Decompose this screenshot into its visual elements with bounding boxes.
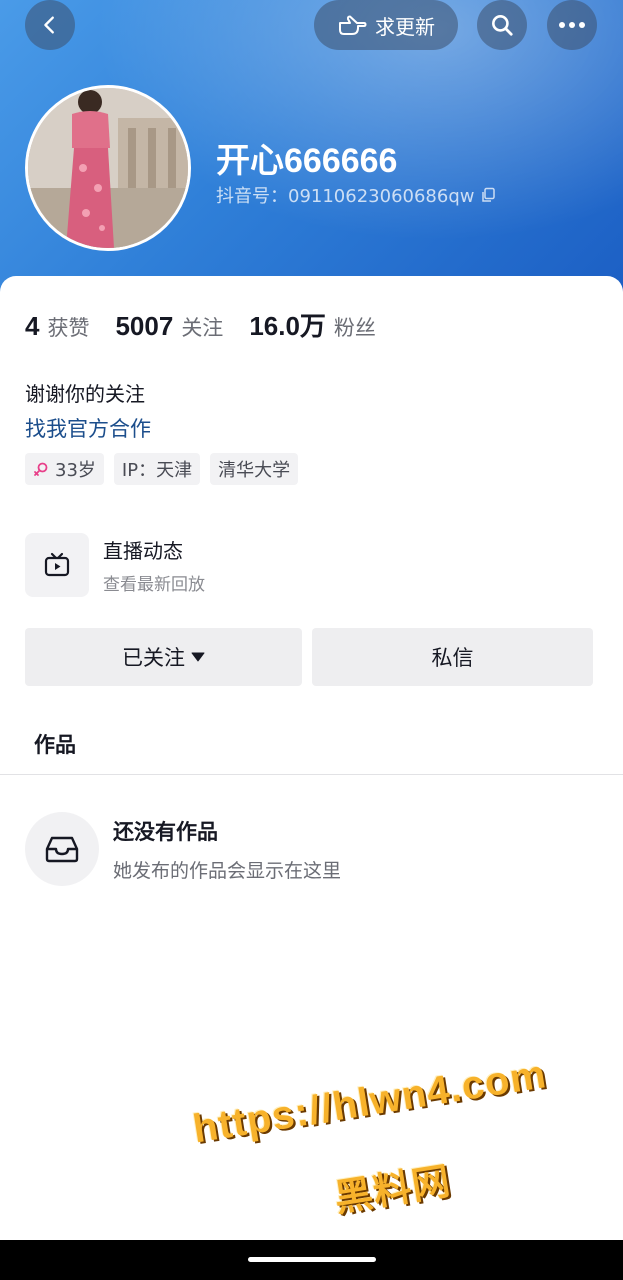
tab-works[interactable]: 作品 (34, 729, 76, 759)
inbox-icon (45, 836, 79, 863)
stat-label: 粉丝 (333, 316, 376, 340)
avatar-photo (28, 88, 188, 248)
avatar[interactable] (25, 85, 191, 251)
female-icon (34, 462, 48, 476)
back-button[interactable] (25, 0, 75, 50)
live-icon-box (25, 533, 89, 597)
tag-ip: IP：天津 (113, 453, 201, 485)
empty-text: 还没有作品 她发布的作品会显示在这里 (113, 816, 341, 883)
stat-label: 获赞 (47, 316, 90, 340)
nickname: 开心666666 (216, 142, 398, 180)
search-button[interactable] (477, 0, 527, 50)
stats-row: 4 获赞 5007 关注 16.0万 粉丝 (25, 306, 376, 343)
stat-likes[interactable]: 4 获赞 (25, 311, 89, 342)
empty-works-state: 还没有作品 她发布的作品会显示在这里 (25, 812, 341, 886)
stat-value: 16.0万 (249, 311, 326, 341)
followed-label: 已关注 (122, 646, 185, 670)
tag-school[interactable]: 清华大学 (210, 453, 299, 485)
live-subtitle: 查看最新回放 (103, 575, 205, 595)
message-label: 私信 (431, 646, 474, 670)
douyin-id[interactable]: 抖音号：09110623060686qw (216, 182, 496, 208)
tv-icon (44, 552, 70, 577)
home-indicator[interactable] (248, 1257, 376, 1262)
tag-label: IP：天津 (121, 460, 193, 481)
live-dynamics-entry[interactable]: 直播动态 查看最新回放 (25, 533, 205, 597)
message-button[interactable]: 私信 (312, 628, 593, 686)
more-button[interactable] (547, 0, 597, 50)
empty-title: 还没有作品 (113, 819, 218, 844)
copy-icon[interactable] (480, 187, 496, 203)
followed-button[interactable]: 已关注 (25, 628, 302, 686)
pointing-hand-icon (339, 15, 367, 35)
empty-subtitle: 她发布的作品会显示在这里 (113, 859, 342, 882)
tab-divider (0, 774, 623, 775)
live-text: 直播动态 查看最新回放 (103, 535, 205, 595)
empty-icon-circle (25, 812, 99, 886)
bio-text: 谢谢你的关注 (25, 382, 145, 406)
tag-label: 清华大学 (218, 460, 291, 481)
cooperation-link[interactable]: 找我官方合作 (25, 413, 151, 443)
request-update-button[interactable]: 求更新 (314, 0, 458, 50)
tag-label: 33岁 (55, 460, 96, 481)
douyin-id-text: 抖音号：09110623060686qw (216, 186, 475, 207)
search-icon (492, 15, 513, 36)
stat-label: 关注 (181, 316, 224, 340)
profile-tags: 33岁 IP：天津 清华大学 (25, 453, 299, 485)
more-dots-icon (559, 22, 585, 28)
stat-followers[interactable]: 16.0万 粉丝 (249, 306, 376, 343)
chevron-left-icon (44, 16, 54, 34)
stat-following[interactable]: 5007 关注 (115, 311, 223, 342)
live-title: 直播动态 (103, 539, 183, 563)
stat-value: 4 (25, 311, 40, 341)
tag-age: 33岁 (25, 453, 104, 485)
caret-down-icon (191, 652, 205, 662)
stat-value: 5007 (115, 311, 174, 341)
request-update-label: 求更新 (375, 14, 435, 39)
